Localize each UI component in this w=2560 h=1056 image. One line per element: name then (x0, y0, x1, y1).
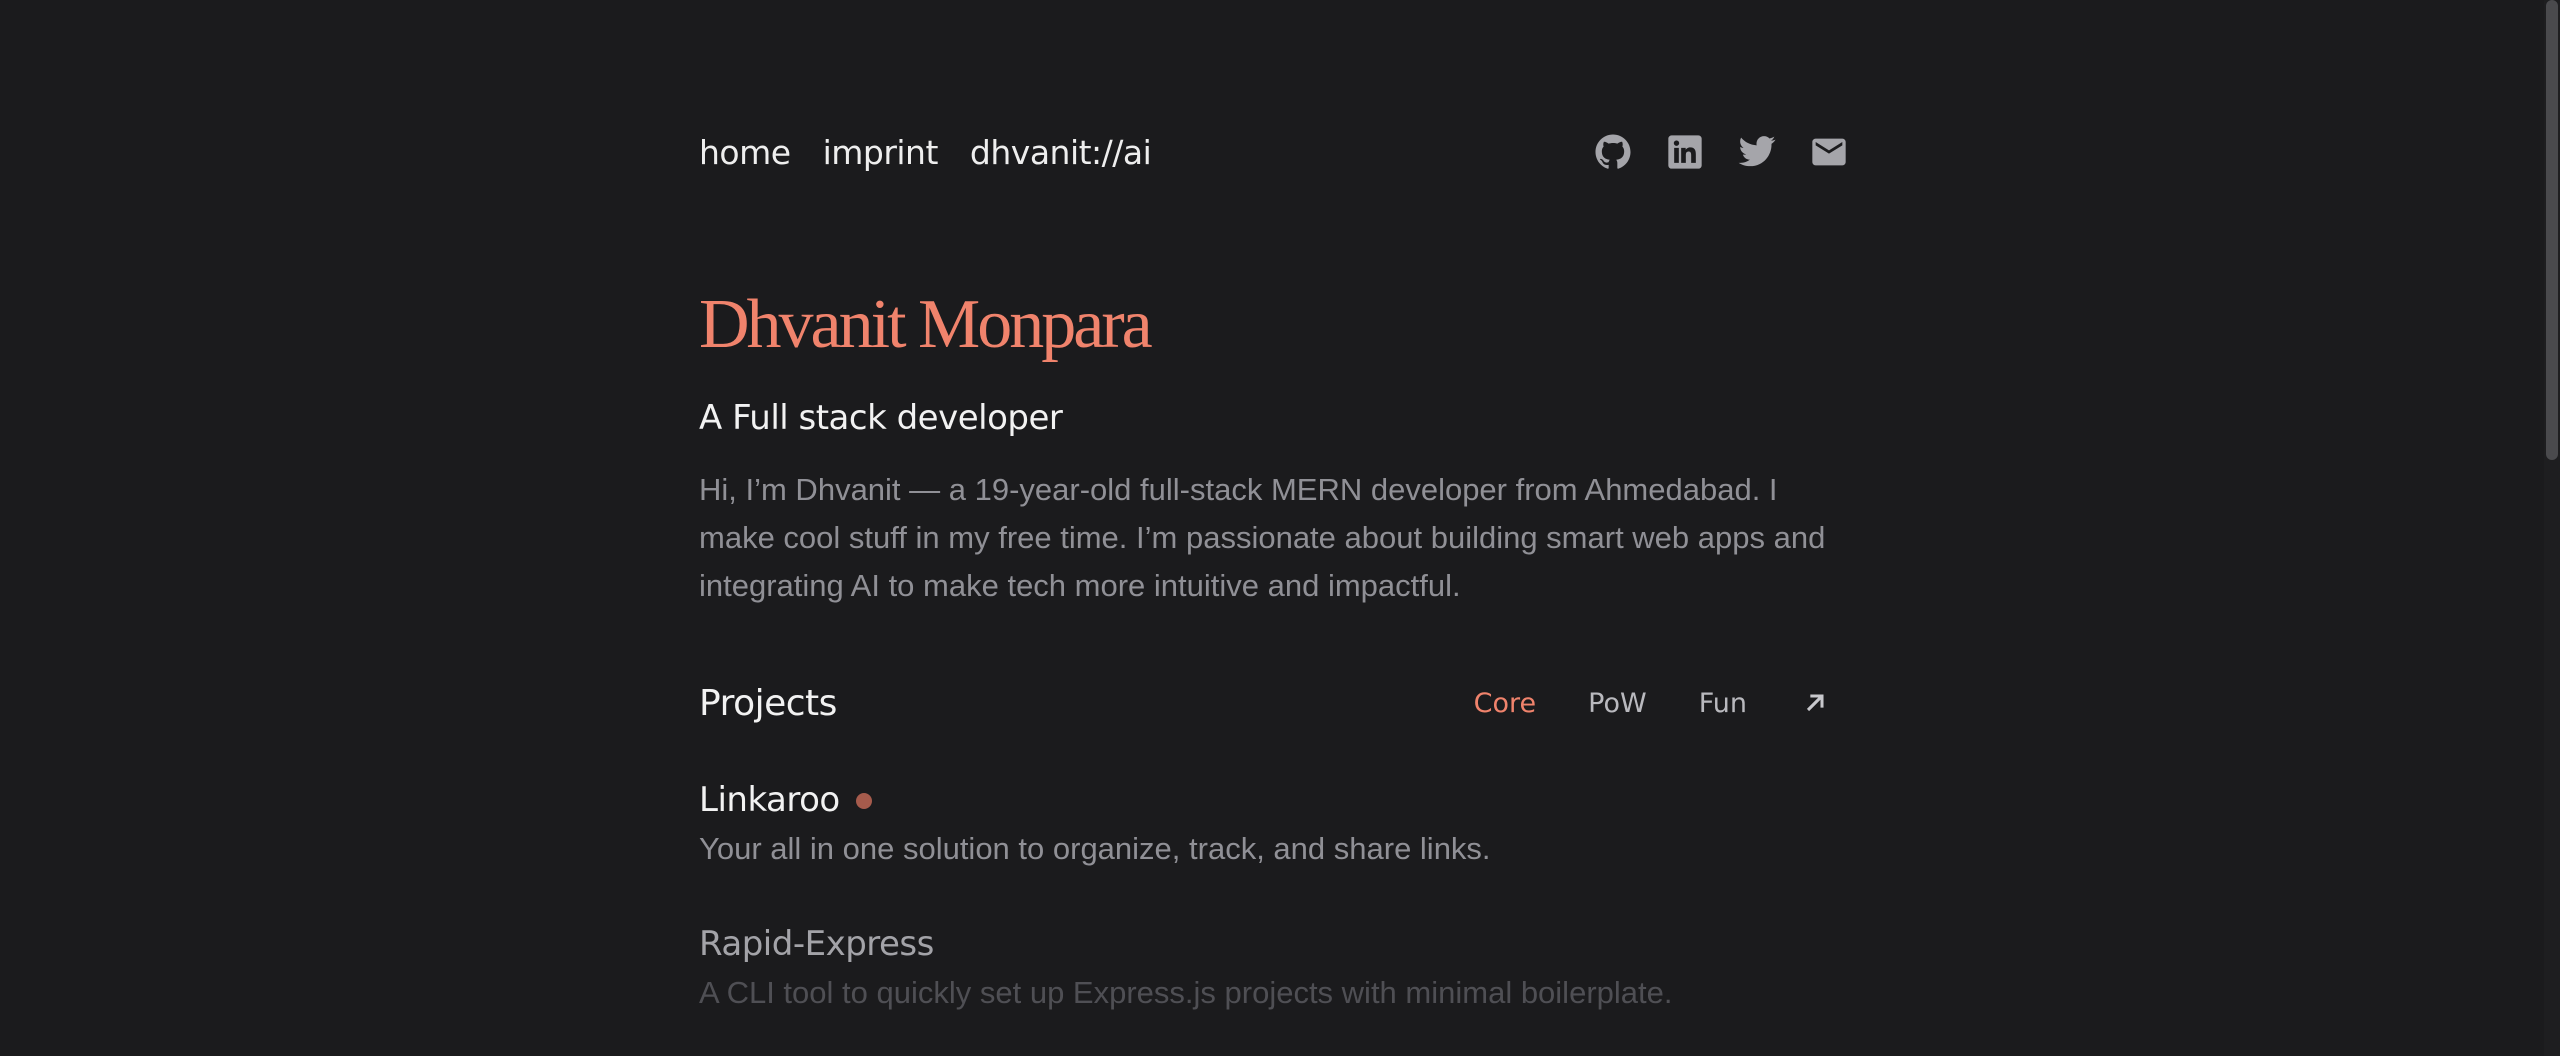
author-name: Dhvanit Monpara (699, 286, 1153, 363)
project-name[interactable]: Rapid-Express (699, 924, 934, 964)
filter-tab-pow[interactable]: PoW (1588, 688, 1647, 719)
arrow-up-right-icon[interactable] (1801, 689, 1829, 717)
nav-home-link[interactable]: home (699, 133, 791, 172)
nav-ai-link[interactable]: dhvanit://ai (970, 133, 1152, 172)
project-title-row: Rapid-Express (699, 922, 1849, 966)
project-item: Linkaroo Your all in one solution to org… (699, 778, 1849, 870)
top-nav: home imprint dhvanit://ai (699, 128, 1152, 176)
projects-header: Projects Core PoW Fun (699, 678, 1829, 728)
nav-imprint-link[interactable]: imprint (823, 133, 939, 172)
mail-icon[interactable] (1809, 132, 1849, 172)
project-description: Your all in one solution to organize, tr… (699, 831, 1491, 866)
project-title-row: Linkaroo (699, 778, 1849, 822)
linkedin-icon[interactable] (1665, 132, 1705, 172)
author-bio: Hi, I’m Dhvanit — a 19-year-old full-sta… (699, 472, 1826, 603)
page-scrollbar[interactable] (2544, 0, 2560, 1056)
filter-tab-core[interactable]: Core (1474, 688, 1537, 719)
project-name[interactable]: Linkaroo (699, 780, 840, 820)
github-icon[interactable] (1593, 132, 1633, 172)
twitter-icon[interactable] (1737, 132, 1777, 172)
status-dot (855, 793, 872, 809)
social-links (1589, 128, 1849, 176)
project-filters: Core PoW Fun (1474, 688, 1829, 719)
project-description: A CLI tool to quickly set up Express.js … (699, 975, 1673, 1010)
projects-title: Projects (699, 682, 837, 724)
filter-tab-fun[interactable]: Fun (1699, 688, 1747, 719)
author-tagline: A Full stack developer (699, 398, 1063, 438)
scrollbar-thumb[interactable] (2546, 0, 2558, 460)
project-item: Rapid-Express A CLI tool to quickly set … (699, 922, 1849, 1014)
